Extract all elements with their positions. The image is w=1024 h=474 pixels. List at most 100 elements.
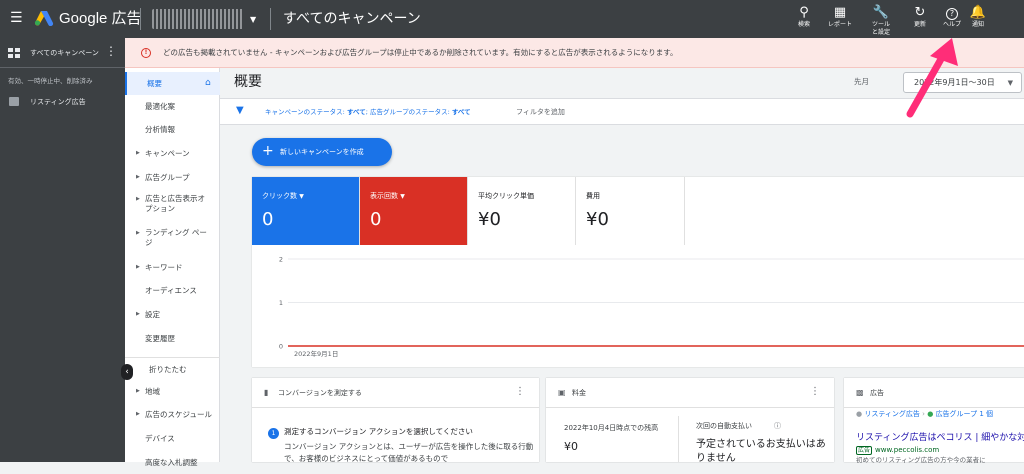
nav-label: 設定 [145,310,160,319]
new-campaign-button[interactable]: + 新しいキャンペーンを作成 [252,138,392,166]
payment-icon: ▣ [558,388,566,397]
report-icon: ▦ [833,5,847,20]
date-range-picker[interactable]: 2022年9月1日～30日 ▼ [903,72,1022,93]
caret-right-icon: ▶ [136,264,140,270]
sidebar-item-campaign[interactable]: リスティング広告 [30,97,86,107]
grid-icon [8,48,20,59]
chevron-down-icon: ▼ [299,193,304,200]
nav-label: 広告と広告表示オ プション [145,194,205,214]
y-tick-label: 0 [279,343,283,351]
y-tick-label: 1 [279,299,283,307]
tool-search-button[interactable]: ⚲ 検索 [784,4,824,29]
tool-notifications-button[interactable]: 🔔 通知 [958,4,998,29]
ad-description: 初めてのリスティング広告の方や今の業者に [856,456,986,464]
metric-value: 0 [370,209,382,230]
active-filters[interactable]: キャンペーンのステータス: すべて; 広告グループのステータス: すべて [265,107,471,117]
metric-label-text: クリック数 [262,192,297,200]
nav-item-insights[interactable]: 分析情報 [125,118,220,141]
ad-icon: ▩ [856,388,864,397]
tool-report-button[interactable]: ▦ レポート [820,4,860,29]
card-header: ▩ 広告 [844,378,1024,408]
conversion-description: コンバージョン アクションとは、ユーザーが広告を操作した後に取る行動で、お客様の… [284,442,534,463]
plus-icon: + [262,143,274,159]
divider [140,8,141,30]
ad-headline[interactable]: リスティング広告はペコリス | 細やかな対応 [856,432,1024,444]
card-header: ▮ コンバージョンを測定する ⋮ [252,378,539,408]
nav-item-adgroups[interactable]: ▶ 広告グループ [125,166,220,189]
tool-label: 通知 [971,21,984,28]
nav-item-settings[interactable]: ▶ 設定 [125,303,220,326]
nav-label: 分析情報 [145,125,175,134]
date-range-value: 2022年9月1日～30日 [914,78,995,87]
metric-value: ¥0 [478,209,501,230]
nav-item-ads-extensions[interactable]: ▶ 広告と広告表示オ プション [125,192,220,220]
billing-card: ▣ 料金 ⋮ 2022年10月4日時点での残高 ¥0 次回の自動支払い ⓘ 予定… [546,378,834,464]
next-payment-label: 次回の自動支払い [696,422,752,430]
google-ads-logo[interactable] [34,10,54,26]
all-campaigns-row[interactable]: すべてのキャンペーン ⋮ [0,38,125,68]
metric-cost[interactable]: 費用 ¥0 [576,177,685,245]
crumb-adgroup: 広告グループ 1 個 [935,410,994,418]
more-vert-icon[interactable]: ⋮ [515,386,525,398]
balance-value: ¥0 [564,440,578,453]
filter-bar: ▼ キャンペーンのステータス: すべて; 広告グループのステータス: すべて フ… [220,98,1024,125]
nav-label: 広告グループ [145,173,190,182]
caret-right-icon: ▶ [136,388,140,394]
tool-label: ツールと設定 [871,21,890,36]
nav-item-audiences[interactable]: オーディエンス [125,279,220,302]
nav-item-keywords[interactable]: ▶ キーワード [125,256,220,279]
tool-label: レポート [827,21,852,28]
nav-item-ad-schedule[interactable]: ▶ 広告のスケジュール [125,403,220,426]
y-tick-label: 2 [279,256,283,264]
hamburger-menu-icon[interactable]: ☰ [10,11,23,25]
nav-label: ランディング ページ [145,228,207,248]
nav-item-locations[interactable]: ▶ 地域 [125,380,220,403]
divider [270,8,271,30]
metric-impressions[interactable]: 表示回数 ▼ 0 [360,177,468,245]
step-number: 1 [268,428,279,439]
search-campaign-icon [9,97,19,106]
ad-breadcrumb[interactable]: ● リスティング広告 › ● 広告グループ 1 個 [856,409,993,419]
nav-item-recommendations[interactable]: 最適化案 [125,95,220,118]
nav-item-advanced-bid[interactable]: 高度な入札調整 [125,451,220,474]
wrench-icon: 🔧 [872,5,890,20]
nav-label: デバイス [145,434,175,443]
filter-icon[interactable]: ▼ [236,106,244,116]
page-heading: 概要 [234,74,262,90]
nav-item-collapse[interactable]: 折りたたむ [125,357,220,380]
blurred-account-name [152,9,244,29]
alert-text: どの広告も掲載されていません - キャンペーンおよび広告グループは停止中であるか… [163,48,678,57]
conversion-card: ▮ コンバージョンを測定する ⋮ 1 測定するコンバージョン アクションを選択し… [252,378,539,463]
metric-clicks[interactable]: クリック数 ▼ 0 [252,177,360,245]
nav-item-change-history[interactable]: 変更履歴 [125,327,220,350]
nav-item-overview[interactable]: 概要 ⌂ [125,72,220,95]
nav-label: キーワード [145,263,183,272]
search-icon: ⚲ [799,5,809,20]
alert-banner: ! どの広告も掲載されていません - キャンペーンおよび広告グループは停止中であ… [125,38,1024,68]
chevron-left-icon[interactable]: ‹ [121,364,133,380]
all-campaigns-label: すべてのキャンペーン [30,49,99,57]
nav-label: 高度な入札調整 [145,458,198,467]
help-icon[interactable]: ⓘ [774,421,781,431]
nav-label: 折りたたむ [149,365,187,374]
more-vert-icon[interactable]: ⋮ [105,45,117,57]
nav-label: 広告のスケジュール [145,410,212,419]
home-icon: ⌂ [205,78,211,88]
conversion-heading: 測定するコンバージョン アクションを選択してください [284,427,473,436]
add-filter-button[interactable]: フィルタを追加 [516,107,565,117]
tool-settings-button[interactable]: 🔧 ツールと設定 [861,4,901,37]
metric-avg-cpc[interactable]: 平均クリック単価 ¥0 [468,177,576,245]
account-selector[interactable]: ▼ [152,5,260,33]
caret-right-icon: ▶ [136,411,140,417]
nav-item-devices[interactable]: デバイス [125,427,220,450]
account-sidebar: すべてのキャンペーン ⋮ 有効、一時停止中、削除済み リスティング広告 [0,38,125,462]
card-header: ▣ 料金 ⋮ [546,378,834,408]
nav-label-line2: プション [145,204,175,213]
more-vert-icon[interactable]: ⋮ [810,386,820,398]
nav-label: キャンペーン [145,149,190,158]
nav-item-landing-pages[interactable]: ▶ ランディング ページ [125,226,220,254]
brand-name: Google 広告 [59,10,142,27]
nav-item-campaigns[interactable]: ▶ キャンペーン [125,142,220,165]
bar-chart-icon: ▮ [264,388,269,397]
status-filter-label[interactable]: 有効、一時停止中、削除済み [8,76,93,86]
